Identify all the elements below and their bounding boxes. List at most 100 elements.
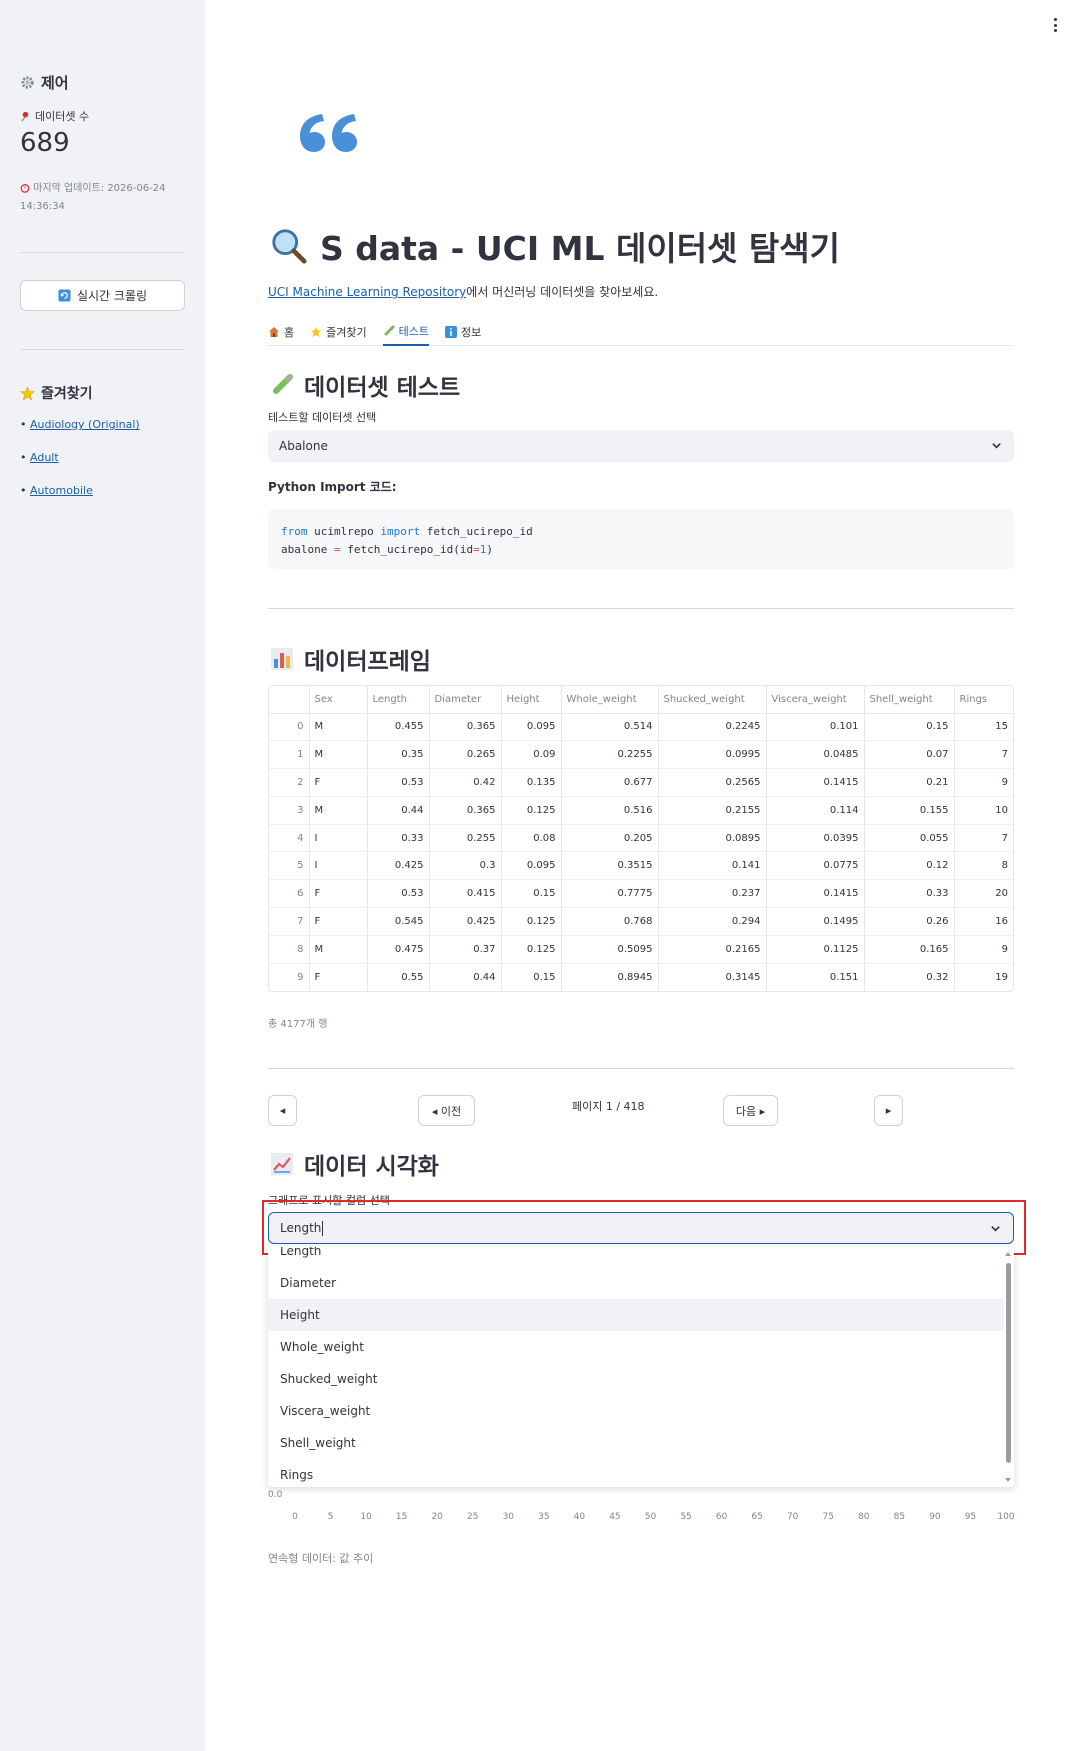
dropdown-option[interactable]: Shucked_weight <box>268 1363 1004 1395</box>
row-index-cell[interactable]: 3 <box>269 796 310 825</box>
table-cell[interactable]: 0.677 <box>561 768 659 797</box>
table-cell[interactable]: 0.365 <box>429 796 502 825</box>
column-header[interactable]: Diameter <box>429 686 502 714</box>
dataframe-table[interactable]: Sex Length Diameter Height Whole_weight … <box>268 685 1014 992</box>
table-cell[interactable]: M <box>309 740 368 770</box>
table-cell[interactable]: 0.0895 <box>658 824 767 853</box>
table-cell[interactable]: 20 <box>954 879 1013 909</box>
table-cell[interactable]: 0.415 <box>429 879 502 909</box>
table-cell[interactable]: 0.237 <box>658 879 767 909</box>
column-header[interactable]: Rings <box>954 686 1013 714</box>
table-cell[interactable]: F <box>309 768 368 797</box>
table-cell[interactable]: 0.095 <box>501 851 562 881</box>
table-cell[interactable]: 7 <box>954 740 1013 770</box>
table-cell[interactable]: 0.205 <box>561 824 659 853</box>
table-cell[interactable]: 0.425 <box>429 907 502 936</box>
table-cell[interactable]: 0.08 <box>501 824 562 853</box>
first-page-button[interactable]: ◂ <box>268 1095 297 1126</box>
row-index-cell[interactable]: 4 <box>269 824 310 853</box>
column-header[interactable]: Shucked_weight <box>658 686 767 714</box>
column-header[interactable]: Sex <box>309 686 368 714</box>
table-cell[interactable]: 0.0775 <box>766 851 865 881</box>
table-cell[interactable]: 0.265 <box>429 740 502 770</box>
table-cell[interactable]: 0.44 <box>429 963 502 991</box>
column-header[interactable]: Whole_weight <box>561 686 659 714</box>
table-cell[interactable]: M <box>309 796 368 825</box>
table-cell[interactable]: 0.125 <box>501 935 562 964</box>
table-cell[interactable]: 0.15 <box>501 963 562 991</box>
table-cell[interactable]: 0.2155 <box>658 796 767 825</box>
table-cell[interactable]: 0.1125 <box>766 935 865 964</box>
table-cell[interactable]: 0.516 <box>561 796 659 825</box>
table-cell[interactable]: 10 <box>954 796 1013 825</box>
row-index-cell[interactable]: 8 <box>269 935 310 964</box>
row-index-cell[interactable]: 2 <box>269 768 310 797</box>
table-cell[interactable]: 0.2245 <box>658 713 767 742</box>
table-cell[interactable]: 0.125 <box>501 796 562 825</box>
table-cell[interactable]: 0.151 <box>766 963 865 991</box>
favorite-link-automobile[interactable]: Automobile <box>30 484 93 497</box>
table-cell[interactable]: I <box>309 851 368 881</box>
table-cell[interactable]: 0.07 <box>864 740 955 770</box>
table-cell[interactable]: 0.0485 <box>766 740 865 770</box>
table-cell[interactable]: 0.514 <box>561 713 659 742</box>
realtime-crawl-button[interactable]: 실시간 크롤링 <box>20 280 185 311</box>
table-cell[interactable]: 0.0995 <box>658 740 767 770</box>
table-cell[interactable]: 0.365 <box>429 713 502 742</box>
table-cell[interactable]: 0.37 <box>429 935 502 964</box>
table-cell[interactable]: 0.21 <box>864 768 955 797</box>
dropdown-option[interactable]: Whole_weight <box>268 1331 1004 1363</box>
table-cell[interactable]: 0.135 <box>501 768 562 797</box>
column-header[interactable] <box>269 686 310 714</box>
table-cell[interactable]: 0.768 <box>561 907 659 936</box>
table-cell[interactable]: F <box>309 907 368 936</box>
table-cell[interactable]: 0.425 <box>367 851 430 881</box>
column-header[interactable]: Viscera_weight <box>766 686 865 714</box>
dropdown-option[interactable]: Rings <box>268 1459 1004 1487</box>
table-cell[interactable]: I <box>309 824 368 853</box>
table-cell[interactable]: 0.1415 <box>766 879 865 909</box>
table-cell[interactable]: 9 <box>954 768 1013 797</box>
row-index-cell[interactable]: 9 <box>269 963 310 991</box>
table-cell[interactable]: 0.141 <box>658 851 767 881</box>
table-cell[interactable]: 0.2255 <box>561 740 659 770</box>
dropdown-option[interactable]: Length <box>268 1247 1004 1267</box>
tab-home[interactable]: 홈 <box>268 318 294 346</box>
table-cell[interactable]: 0.1415 <box>766 768 865 797</box>
table-cell[interactable]: 0.2165 <box>658 935 767 964</box>
table-cell[interactable]: F <box>309 879 368 909</box>
column-header[interactable]: Height <box>501 686 562 714</box>
table-cell[interactable]: 15 <box>954 713 1013 742</box>
table-cell[interactable]: 0.255 <box>429 824 502 853</box>
table-cell[interactable]: M <box>309 713 368 742</box>
table-cell[interactable]: 8 <box>954 851 1013 881</box>
table-cell[interactable]: 0.33 <box>864 879 955 909</box>
table-cell[interactable]: 0.0395 <box>766 824 865 853</box>
table-cell[interactable]: 0.15 <box>501 879 562 909</box>
dropdown-option[interactable]: Viscera_weight <box>268 1395 1004 1427</box>
table-cell[interactable]: 9 <box>954 935 1013 964</box>
table-cell[interactable]: 0.055 <box>864 824 955 853</box>
table-cell[interactable]: 0.3145 <box>658 963 767 991</box>
table-cell[interactable]: 19 <box>954 963 1013 991</box>
table-cell[interactable]: 0.165 <box>864 935 955 964</box>
tab-info[interactable]: 정보 <box>444 318 481 346</box>
dropdown-option[interactable]: Diameter <box>268 1267 1004 1299</box>
table-cell[interactable]: 7 <box>954 824 1013 853</box>
table-cell[interactable]: F <box>309 963 368 991</box>
next-page-button[interactable]: 다음 ▸ <box>723 1095 778 1126</box>
favorite-link-adult[interactable]: Adult <box>30 451 59 464</box>
table-cell[interactable]: M <box>309 935 368 964</box>
scrollbar-thumb[interactable] <box>1006 1263 1011 1463</box>
dropdown-option[interactable]: Shell_weight <box>268 1427 1004 1459</box>
table-cell[interactable]: 0.155 <box>864 796 955 825</box>
dropdown-option[interactable]: Height <box>268 1299 1004 1331</box>
table-cell[interactable]: 0.53 <box>367 768 430 797</box>
table-cell[interactable]: 0.114 <box>766 796 865 825</box>
table-cell[interactable]: 16 <box>954 907 1013 936</box>
row-index-cell[interactable]: 1 <box>269 740 310 770</box>
table-cell[interactable]: 0.5095 <box>561 935 659 964</box>
table-cell[interactable]: 0.2565 <box>658 768 767 797</box>
table-cell[interactable]: 0.3 <box>429 851 502 881</box>
row-index-cell[interactable]: 6 <box>269 879 310 909</box>
